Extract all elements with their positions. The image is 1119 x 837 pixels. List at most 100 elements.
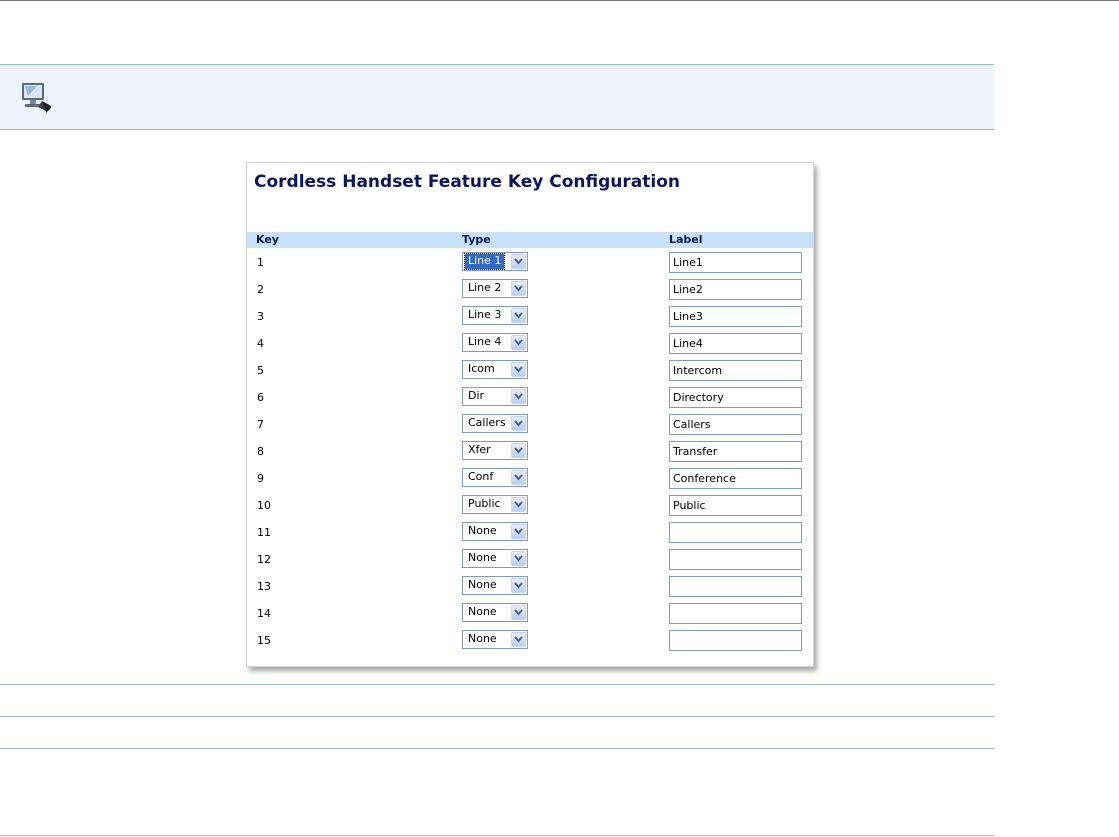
key-type-select[interactable]: Conf — [462, 468, 528, 487]
divider-3 — [0, 748, 994, 749]
table-row: 12 None — [247, 546, 813, 573]
feature-key-config-panel: Cordless Handset Feature Key Configurati… — [246, 162, 814, 667]
key-label-input[interactable] — [669, 549, 802, 570]
dropdown-button[interactable] — [511, 524, 526, 539]
dropdown-button[interactable] — [511, 416, 526, 431]
key-label-input[interactable] — [669, 306, 802, 327]
column-header-key: Key — [256, 233, 279, 246]
key-type-value: Line 3 — [468, 308, 502, 321]
key-type-value: None — [468, 578, 497, 591]
key-number: 3 — [257, 310, 264, 323]
key-type-select[interactable]: Public — [462, 495, 528, 514]
key-type-select[interactable]: None — [462, 549, 528, 568]
table-row: 9 Conf — [247, 465, 813, 492]
key-label-input[interactable] — [669, 603, 802, 624]
table-row: 13 None — [247, 573, 813, 600]
chevron-down-icon — [514, 555, 523, 562]
key-label-input[interactable] — [669, 522, 802, 543]
column-header-label: Label — [669, 233, 703, 246]
dropdown-button[interactable] — [511, 281, 526, 296]
key-number: 12 — [257, 553, 271, 566]
key-number: 11 — [257, 526, 271, 539]
table-row: 2 Line 2 — [247, 276, 813, 303]
dropdown-button[interactable] — [511, 551, 526, 566]
table-row: 11 None — [247, 519, 813, 546]
key-label-input[interactable] — [669, 414, 802, 435]
chevron-down-icon — [514, 447, 523, 454]
dropdown-button[interactable] — [511, 362, 526, 377]
dropdown-button[interactable] — [511, 605, 526, 620]
chevron-down-icon — [514, 474, 523, 481]
key-label-input[interactable] — [669, 387, 802, 408]
key-label-input[interactable] — [669, 360, 802, 381]
table-row: 15 None — [247, 627, 813, 654]
key-type-value: Dir — [468, 389, 485, 402]
key-label-input[interactable] — [669, 441, 802, 462]
key-type-select[interactable]: Line 4 — [462, 333, 528, 352]
key-number: 14 — [257, 607, 271, 620]
key-type-select[interactable]: Line 3 — [462, 306, 528, 325]
column-header-row: Key Type Label — [247, 232, 813, 248]
key-label-input[interactable] — [669, 468, 802, 489]
table-row: 1 Line 1 — [247, 249, 813, 276]
key-number: 1 — [257, 256, 264, 269]
dropdown-button[interactable] — [511, 632, 526, 647]
key-label-input[interactable] — [669, 279, 802, 300]
chevron-down-icon — [514, 366, 523, 373]
key-number: 5 — [257, 364, 264, 377]
key-label-input[interactable] — [669, 252, 802, 273]
key-number: 4 — [257, 337, 264, 350]
key-number: 6 — [257, 391, 264, 404]
key-label-input[interactable] — [669, 495, 802, 516]
dropdown-button[interactable] — [511, 335, 526, 350]
dropdown-button[interactable] — [511, 470, 526, 485]
dropdown-button[interactable] — [511, 497, 526, 512]
divider-4 — [0, 835, 994, 836]
key-type-select[interactable]: Line 1 — [462, 252, 528, 271]
key-label-input[interactable] — [669, 630, 802, 651]
dropdown-button[interactable] — [511, 389, 526, 404]
dropdown-button[interactable] — [511, 443, 526, 458]
key-type-select[interactable]: None — [462, 576, 528, 595]
chevron-down-icon — [514, 339, 523, 346]
key-type-select[interactable]: None — [462, 603, 528, 622]
key-type-value: Conf — [468, 470, 494, 483]
key-number: 7 — [257, 418, 264, 431]
key-type-select[interactable]: None — [462, 630, 528, 649]
key-type-value: Line 4 — [468, 335, 502, 348]
key-type-value: Line 2 — [468, 281, 502, 294]
header-band — [0, 64, 994, 130]
chevron-down-icon — [514, 582, 523, 589]
table-row: 7 Callers — [247, 411, 813, 438]
key-label-input[interactable] — [669, 333, 802, 354]
key-number: 13 — [257, 580, 271, 593]
chevron-down-icon — [514, 258, 523, 265]
key-type-select[interactable]: Callers — [462, 414, 528, 433]
table-row: 4 Line 4 — [247, 330, 813, 357]
top-rule — [0, 0, 1119, 1]
chevron-down-icon — [514, 501, 523, 508]
key-number: 10 — [257, 499, 271, 512]
table-row: 3 Line 3 — [247, 303, 813, 330]
chevron-down-icon — [514, 312, 523, 319]
key-number: 15 — [257, 634, 271, 647]
key-type-value: None — [468, 524, 497, 537]
dropdown-button[interactable] — [511, 578, 526, 593]
key-type-value: Line 1 — [463, 253, 506, 270]
table-row: 8 Xfer — [247, 438, 813, 465]
dropdown-button[interactable] — [511, 308, 526, 323]
key-label-input[interactable] — [669, 576, 802, 597]
table-row: 5 Icom — [247, 357, 813, 384]
key-number: 2 — [257, 283, 264, 296]
key-type-select[interactable]: None — [462, 522, 528, 541]
key-type-select[interactable]: Line 2 — [462, 279, 528, 298]
divider-1 — [0, 684, 994, 685]
dropdown-button[interactable] — [511, 254, 526, 269]
key-type-value: Public — [468, 497, 501, 510]
chevron-down-icon — [514, 528, 523, 535]
key-type-select[interactable]: Xfer — [462, 441, 528, 460]
key-type-select[interactable]: Icom — [462, 360, 528, 379]
key-type-select[interactable]: Dir — [462, 387, 528, 406]
chevron-down-icon — [514, 420, 523, 427]
key-type-value: Callers — [468, 416, 506, 429]
